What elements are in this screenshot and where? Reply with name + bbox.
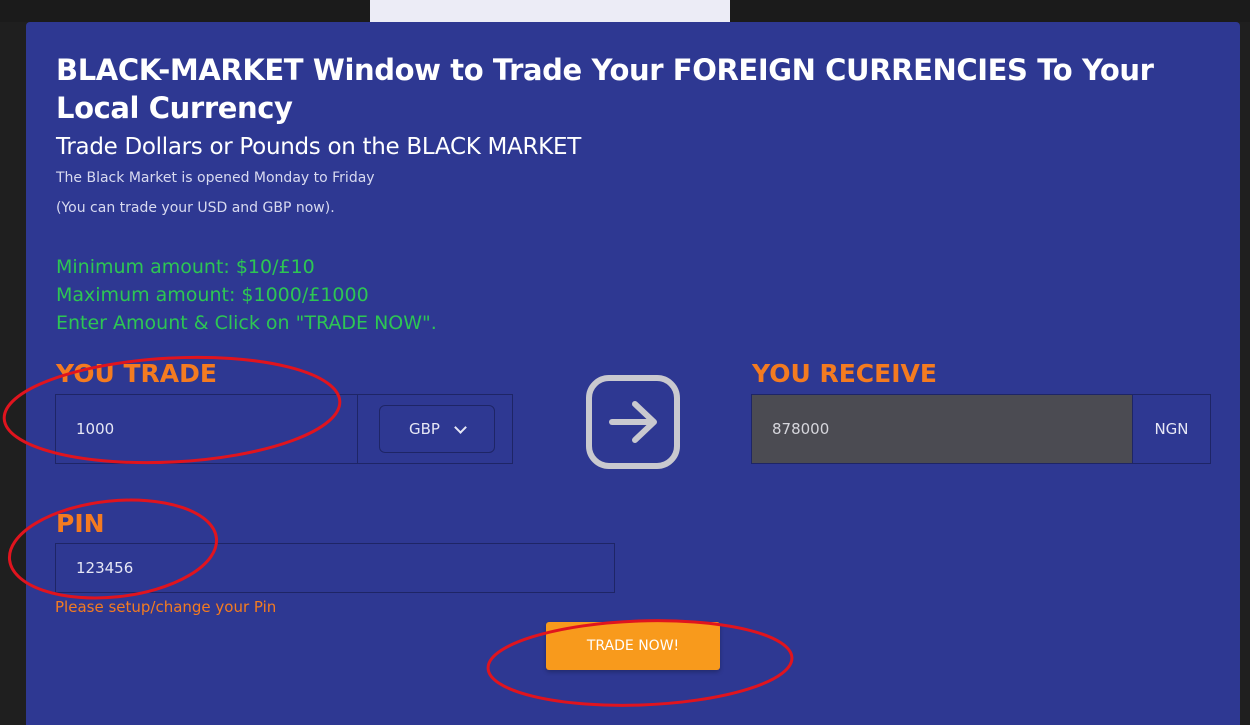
market-hours-text: The Black Market is opened Monday to Fri… [56, 170, 375, 186]
trade-amount-input[interactable] [56, 395, 358, 463]
arrow-right-icon [585, 374, 681, 470]
minimum-amount-text: Minimum amount: $10/£10 [56, 256, 315, 278]
browser-top-strip [0, 0, 1250, 22]
you-receive-label: YOU RECEIVE [752, 359, 937, 388]
pin-input[interactable] [55, 543, 615, 593]
receive-amount-group: NGN [751, 394, 1211, 464]
tradeable-currencies-text: (You can trade your USD and GBP now). [56, 200, 335, 216]
you-trade-label: YOU TRADE [56, 359, 217, 388]
top-strip-highlight [370, 0, 730, 22]
trade-now-button[interactable]: TRADE NOW! [546, 622, 720, 670]
trade-amount-group: GBP [55, 394, 513, 464]
trade-currency-value: GBP [409, 420, 440, 438]
setup-pin-link[interactable]: Please setup/change your Pin [55, 597, 276, 617]
receive-currency-label: NGN [1132, 395, 1210, 463]
maximum-amount-text: Maximum amount: $1000/£1000 [56, 284, 369, 306]
pin-label: PIN [56, 509, 105, 538]
page-subtitle: Trade Dollars or Pounds on the BLACK MAR… [56, 134, 581, 160]
chevron-down-icon [454, 420, 467, 434]
receive-amount-field [752, 395, 1132, 463]
instruction-text: Enter Amount & Click on "TRADE NOW". [56, 312, 437, 334]
page-title: BLACK-MARKET Window to Trade Your FOREIG… [56, 53, 1154, 125]
trade-currency-select[interactable]: GBP [379, 405, 495, 453]
